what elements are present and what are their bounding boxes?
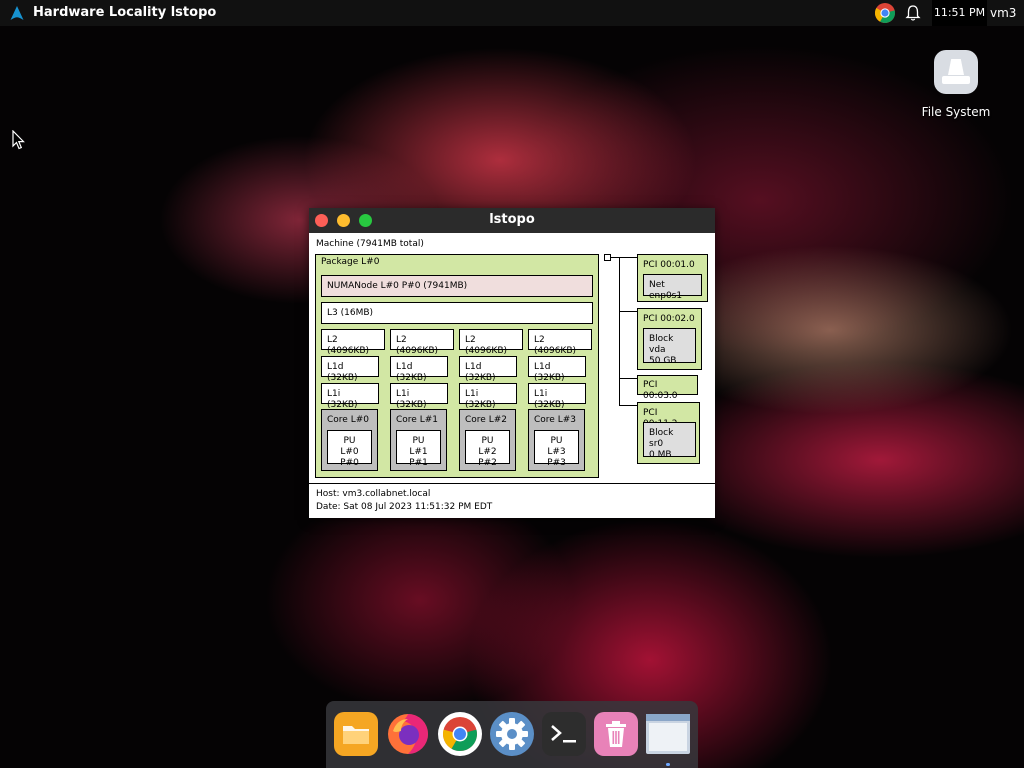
core-label: Core L#2 <box>465 415 507 425</box>
pu-os-index: P#2 <box>478 458 497 468</box>
top-panel: Hardware Locality lstopo 11:51 PM vm3 <box>0 0 1024 26</box>
user-menu[interactable]: vm3 <box>990 0 1016 26</box>
l1i-cache-box: L1i (32KB) <box>390 383 448 410</box>
terminal-icon[interactable] <box>541 711 587 757</box>
numa-node-box: NUMANode L#0 P#0 (7941MB) <box>321 275 593 297</box>
l1i-cache-label: L1i (32KB) <box>465 389 496 410</box>
host-info: Host: vm3.collabnet.local <box>316 489 431 499</box>
block-device-label: Block sr0 <box>649 428 674 449</box>
package-label: Package L#0 <box>321 257 380 267</box>
files-icon[interactable] <box>333 711 379 757</box>
running-indicator <box>666 763 670 766</box>
bus-connector <box>611 257 619 258</box>
block-device-box: Block vda 50 GB <box>643 328 696 366</box>
l1i-cache-box: L1i (32KB) <box>459 383 517 410</box>
l1d-cache-label: L1d (32KB) <box>396 362 427 383</box>
pu-os-index: P#0 <box>340 458 359 468</box>
core-label: Core L#1 <box>396 415 438 425</box>
l1d-cache-box: L1d (32KB) <box>321 356 379 383</box>
network-device-box: Net enp0s1 <box>643 274 702 301</box>
mouse-pointer-icon <box>12 130 25 150</box>
l2-cache-label: L2 (4096KB) <box>327 335 370 356</box>
pu-os-index: P#1 <box>409 458 428 468</box>
notification-bell-icon[interactable] <box>904 4 922 22</box>
block-device-box: Block sr0 0 MB <box>643 422 696 460</box>
window-title: lstopo <box>489 212 535 227</box>
pu-label: PU L#3 <box>547 436 566 457</box>
l1d-cache-box: L1d (32KB) <box>459 356 517 383</box>
window-icon[interactable] <box>645 711 691 757</box>
drive-icon <box>934 50 978 94</box>
host-bridge-marker <box>604 254 611 261</box>
active-app-title[interactable]: Hardware Locality lstopo <box>33 5 216 21</box>
l1i-cache-label: L1i (32KB) <box>396 389 427 410</box>
l2-cache-box: L2 (4096KB) <box>528 329 592 356</box>
l2-cache-label: L2 (4096KB) <box>534 335 577 356</box>
l2-cache-label: L2 (4096KB) <box>465 335 508 356</box>
l1d-cache-box: L1d (32KB) <box>390 356 448 383</box>
machine-label: Machine (7941MB total) <box>316 239 424 249</box>
l1d-cache-label: L1d (32KB) <box>534 362 565 383</box>
l2-cache-box: L2 (4096KB) <box>459 329 523 356</box>
pci-label: PCI 00:03.0 <box>643 380 678 401</box>
settings-icon[interactable] <box>489 711 535 757</box>
topology-canvas: Machine (7941MB total) Package L#0 NUMAN… <box>309 233 715 518</box>
l2-cache-box: L2 (4096KB) <box>390 329 454 356</box>
pu-label: PU L#1 <box>409 436 428 457</box>
bus-connector <box>619 311 637 312</box>
dock <box>326 701 698 768</box>
chrome-tray-icon[interactable] <box>874 2 896 24</box>
bus-connector <box>619 378 637 379</box>
core-label: Core L#3 <box>534 415 576 425</box>
bus-connector <box>619 405 637 406</box>
file-system-desktop-icon[interactable]: File System <box>914 50 998 120</box>
arch-logo-icon[interactable] <box>9 5 25 21</box>
l1i-cache-label: L1i (32KB) <box>534 389 565 410</box>
l1d-cache-label: L1d (32KB) <box>465 362 496 383</box>
pu-box: PU L#0 P#0 <box>327 430 372 468</box>
pu-box: PU L#1 P#1 <box>396 430 441 468</box>
l1d-cache-box: L1d (32KB) <box>528 356 586 383</box>
pu-label: PU L#2 <box>478 436 497 457</box>
pci-label: PCI 00:02.0 <box>643 314 695 324</box>
block-device-size: 50 GB <box>649 356 677 366</box>
numa-node-label: NUMANode L#0 P#0 (7941MB) <box>327 281 468 291</box>
block-device-label: Block vda <box>649 334 674 355</box>
network-device-label: Net enp0s1 <box>649 280 683 301</box>
pu-box: PU L#2 P#2 <box>465 430 510 468</box>
firefox-icon[interactable] <box>385 711 431 757</box>
bus-connector <box>619 257 620 405</box>
trash-icon[interactable] <box>593 711 639 757</box>
l1i-cache-box: L1i (32KB) <box>321 383 379 410</box>
l2-cache-box: L2 (4096KB) <box>321 329 385 356</box>
pu-box: PU L#3 P#3 <box>534 430 579 468</box>
core-label: Core L#0 <box>327 415 369 425</box>
l1i-cache-label: L1i (32KB) <box>327 389 358 410</box>
block-device-size: 0 MB <box>649 450 672 460</box>
pci-device-box: PCI 00:03.0 <box>637 375 698 401</box>
window-titlebar[interactable]: lstopo <box>309 208 715 233</box>
chrome-icon[interactable] <box>437 711 483 757</box>
pci-label: PCI 00:01.0 <box>643 260 695 270</box>
l1d-cache-label: L1d (32KB) <box>327 362 358 383</box>
lstopo-window[interactable]: lstopo Machine (7941MB total) Package L#… <box>309 208 715 518</box>
clock[interactable]: 11:51 PM <box>932 0 987 26</box>
l2-cache-label: L2 (4096KB) <box>396 335 439 356</box>
file-system-label: File System <box>921 105 991 119</box>
footer-divider <box>309 483 715 484</box>
pu-label: PU L#0 <box>340 436 359 457</box>
l3-cache-label: L3 (16MB) <box>327 308 374 318</box>
l1i-cache-box: L1i (32KB) <box>528 383 586 410</box>
bus-connector <box>619 257 637 258</box>
pu-os-index: P#3 <box>547 458 566 468</box>
date-info: Date: Sat 08 Jul 2023 11:51:32 PM EDT <box>316 502 493 512</box>
l3-cache-box: L3 (16MB) <box>321 302 593 324</box>
